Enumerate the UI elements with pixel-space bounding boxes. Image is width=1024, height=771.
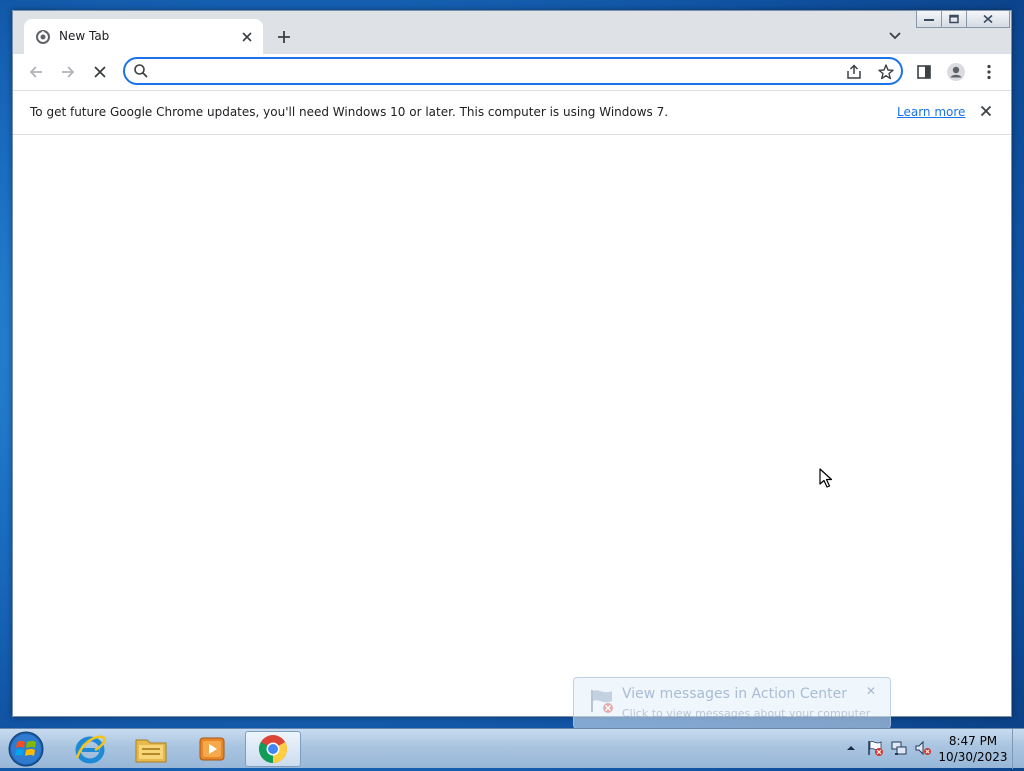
omnibox-input[interactable] xyxy=(157,62,841,82)
stop-loading-icon[interactable] xyxy=(88,60,112,84)
infobar-message: To get future Google Chrome updates, you… xyxy=(30,105,669,119)
clock-time: 8:47 PM xyxy=(948,734,998,748)
show-hidden-icons-arrow-icon[interactable] xyxy=(845,741,857,755)
notification-title: View messages in Action Center xyxy=(622,686,847,702)
tab-strip: New Tab xyxy=(13,10,1011,54)
volume-muted-icon[interactable] xyxy=(914,739,932,757)
chrome-newtab-icon xyxy=(35,29,51,45)
search-icon xyxy=(133,63,151,81)
show-desktop-button[interactable] xyxy=(1012,729,1024,769)
infobar-close-icon[interactable] xyxy=(977,102,995,120)
update-infobar: To get future Google Chrome updates, you… xyxy=(13,90,1011,135)
window-controls xyxy=(916,10,1010,29)
internet-explorer-icon[interactable] xyxy=(62,731,118,767)
clock-date: 10/30/2023 xyxy=(938,750,1008,764)
profile-icon[interactable] xyxy=(944,60,968,84)
side-panel-icon[interactable] xyxy=(912,60,936,84)
tab-new-tab[interactable]: New Tab xyxy=(24,19,263,54)
tab-search-chevron-down-icon[interactable] xyxy=(885,25,905,45)
media-player-icon[interactable] xyxy=(184,731,240,767)
back-arrow-icon[interactable] xyxy=(24,60,48,84)
system-clock[interactable]: 8:47 PM 10/30/2023 xyxy=(938,733,1008,765)
minimize-button[interactable] xyxy=(916,10,942,28)
start-button[interactable] xyxy=(6,730,46,768)
notification-close-icon[interactable]: ✕ xyxy=(866,684,876,698)
action-center-notification[interactable]: View messages in Action Center Click to … xyxy=(573,677,891,729)
tab-close-icon[interactable] xyxy=(237,27,257,47)
star-icon[interactable] xyxy=(877,63,895,81)
windows-explorer-icon[interactable] xyxy=(123,731,179,767)
more-menu-icon[interactable] xyxy=(977,60,1001,84)
new-tab-button[interactable] xyxy=(271,24,297,50)
notification-subtitle: Click to view messages about your comput… xyxy=(622,707,871,720)
close-window-button[interactable] xyxy=(966,10,1010,28)
forward-arrow-icon[interactable] xyxy=(56,60,80,84)
page-content[interactable] xyxy=(13,135,1011,716)
tab-title: New Tab xyxy=(59,29,110,43)
action-center-flag-icon xyxy=(586,686,618,716)
mouse-cursor-icon xyxy=(819,468,833,488)
chrome-icon[interactable] xyxy=(245,731,301,767)
taskbar: 8:47 PM 10/30/2023 xyxy=(0,728,1024,769)
network-icon[interactable] xyxy=(890,739,908,757)
chrome-window: New Tab To get future Google Chrome upda… xyxy=(12,10,1012,717)
learn-more-link[interactable]: Learn more xyxy=(897,105,965,119)
maximize-button[interactable] xyxy=(941,10,967,28)
action-center-flag-tray-icon[interactable] xyxy=(866,739,884,757)
share-icon[interactable] xyxy=(845,63,863,81)
address-bar[interactable] xyxy=(123,57,903,85)
browser-toolbar xyxy=(13,54,1011,90)
